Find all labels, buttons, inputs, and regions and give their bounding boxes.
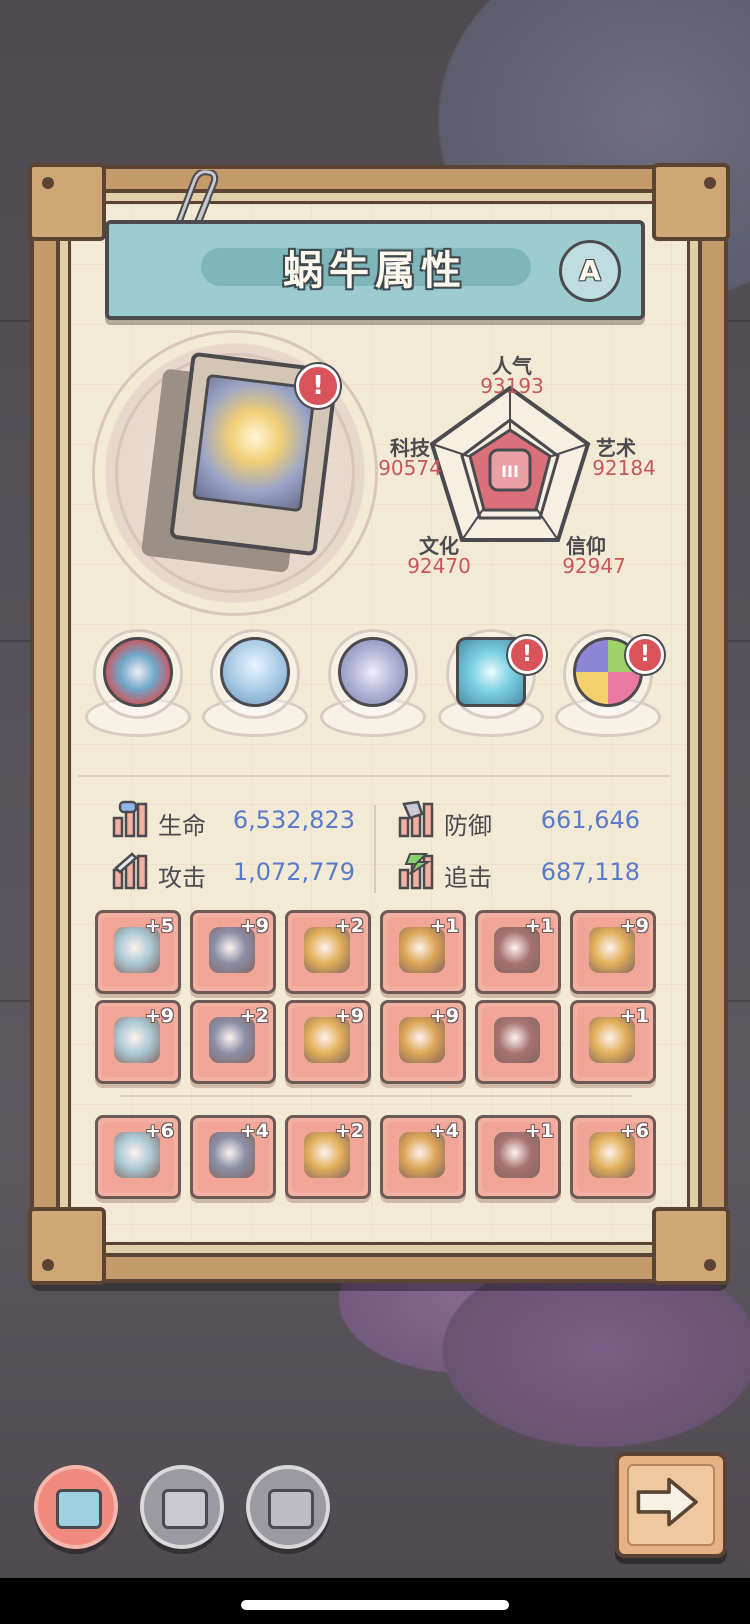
equipment-level-badge: +1 (619, 1005, 649, 1027)
defense-label: 防御 (444, 812, 492, 840)
equipment-slot[interactable]: +9 (570, 910, 656, 994)
board-corner (28, 1207, 106, 1285)
relic-orb-spiked-creature[interactable] (85, 625, 191, 737)
equipment-level-badge: +1 (429, 915, 459, 937)
radar-center-glyph: III (501, 462, 519, 481)
board-corner (652, 1207, 730, 1285)
equipment-level-badge: +9 (619, 915, 649, 937)
relic-orb-compass[interactable] (320, 625, 426, 737)
compass-icon (338, 637, 408, 707)
next-button[interactable] (615, 1452, 727, 1558)
equipment-slot[interactable]: +9 (95, 1000, 181, 1084)
radar-value-culture: 92470 (407, 554, 471, 578)
pursuit-icon (398, 853, 434, 890)
tornado-icon (220, 637, 290, 707)
equipment-slot[interactable]: +4 (190, 1115, 276, 1199)
attack-value: 1,072,779 (232, 858, 355, 886)
radar-value-art: 92184 (592, 456, 656, 480)
equipment-level-badge: +2 (334, 915, 364, 937)
equipment-slot[interactable]: +4 (380, 1115, 466, 1199)
equipment-level-badge: +9 (429, 1005, 459, 1027)
eye-tablet-alert-icon: ! (508, 636, 546, 674)
equipment-level-badge: +4 (429, 1120, 459, 1142)
attack-label: 攻击 (158, 864, 206, 892)
home-indicator[interactable] (241, 1600, 509, 1610)
equipment-slot[interactable]: +1 (380, 910, 466, 994)
hp-label: 生命 (158, 812, 206, 840)
equipment-slot[interactable]: +5 (95, 910, 181, 994)
equipment-level-badge: +5 (144, 915, 174, 937)
hp-value: 6,532,823 (232, 806, 355, 834)
equipment-level-badge: +2 (239, 1005, 269, 1027)
defense-icon (398, 800, 434, 838)
arrow-right-icon (636, 1477, 698, 1527)
equipment-slot[interactable]: +9 (285, 1000, 371, 1084)
board-corner (28, 163, 106, 241)
spiked-creature-icon (103, 637, 173, 707)
equipment-level-badge: +2 (334, 1120, 364, 1142)
pursuit-value: 687,118 (540, 858, 640, 886)
equipment-divider (120, 1095, 632, 1097)
equipment-item-icon (494, 1017, 540, 1063)
radar-value-popularity: 93193 (480, 374, 544, 398)
equipment-slot[interactable] (475, 1000, 561, 1084)
equipment-slot[interactable]: +2 (285, 1115, 371, 1199)
defense-value: 661,646 (540, 806, 640, 834)
stats-divider (374, 805, 376, 893)
equipment-slot[interactable]: +9 (380, 1000, 466, 1084)
robot-face-icon (162, 1489, 208, 1529)
equipment-level-badge: +1 (524, 1120, 554, 1142)
snail-profile-icon (56, 1489, 102, 1529)
equipment-level-badge: +6 (619, 1120, 649, 1142)
tab-third-profile[interactable] (246, 1465, 330, 1549)
equipment-level-badge: +9 (334, 1005, 364, 1027)
section-divider (78, 775, 670, 777)
hp-icon (112, 800, 148, 838)
equipment-slot[interactable]: +2 (190, 1000, 276, 1084)
equipment-slot[interactable]: +2 (285, 910, 371, 994)
tab-second-profile[interactable] (140, 1465, 224, 1549)
equipment-slot[interactable]: +6 (95, 1115, 181, 1199)
equipment-level-badge: +6 (144, 1120, 174, 1142)
radar-value-tech: 90574 (378, 456, 442, 480)
tab-snail-attributes[interactable] (34, 1465, 118, 1549)
pursuit-label: 追击 (444, 864, 492, 892)
rank-badge[interactable]: A (559, 240, 621, 302)
chip-face-icon (268, 1489, 314, 1529)
gem-ring-alert-icon: ! (626, 636, 664, 674)
title-banner: 蜗牛属性 A (105, 220, 645, 320)
equipment-slot[interactable]: +9 (190, 910, 276, 994)
attack-icon (112, 852, 148, 890)
emblem-alert-icon: ! (296, 364, 340, 408)
equipment-slot[interactable]: +1 (475, 1115, 561, 1199)
equipment-slot[interactable]: +1 (475, 910, 561, 994)
equipment-level-badge: +4 (239, 1120, 269, 1142)
equipment-level-badge: +9 (239, 915, 269, 937)
equipment-slot[interactable]: +1 (570, 1000, 656, 1084)
equipment-level-badge: +9 (144, 1005, 174, 1027)
equipment-slot[interactable]: +6 (570, 1115, 656, 1199)
radar-value-faith: 92947 (562, 554, 626, 578)
board-corner (652, 163, 730, 241)
equipment-level-badge: +1 (524, 915, 554, 937)
relic-orb-tornado[interactable] (202, 625, 308, 737)
